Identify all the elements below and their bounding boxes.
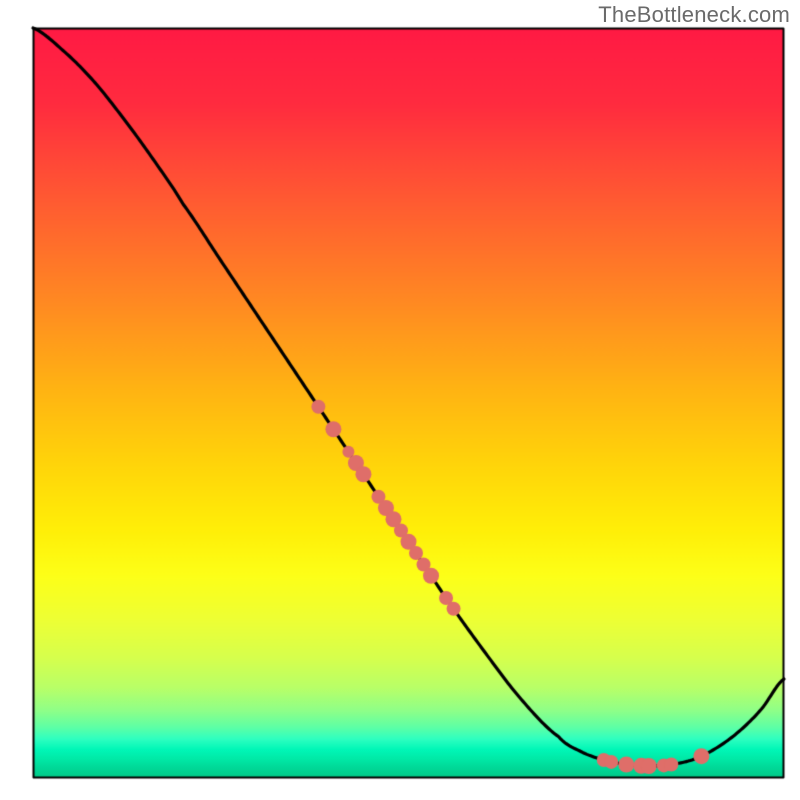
attribution-watermark: TheBottleneck.com <box>598 2 790 28</box>
bottleneck-chart-canvas <box>0 0 800 800</box>
